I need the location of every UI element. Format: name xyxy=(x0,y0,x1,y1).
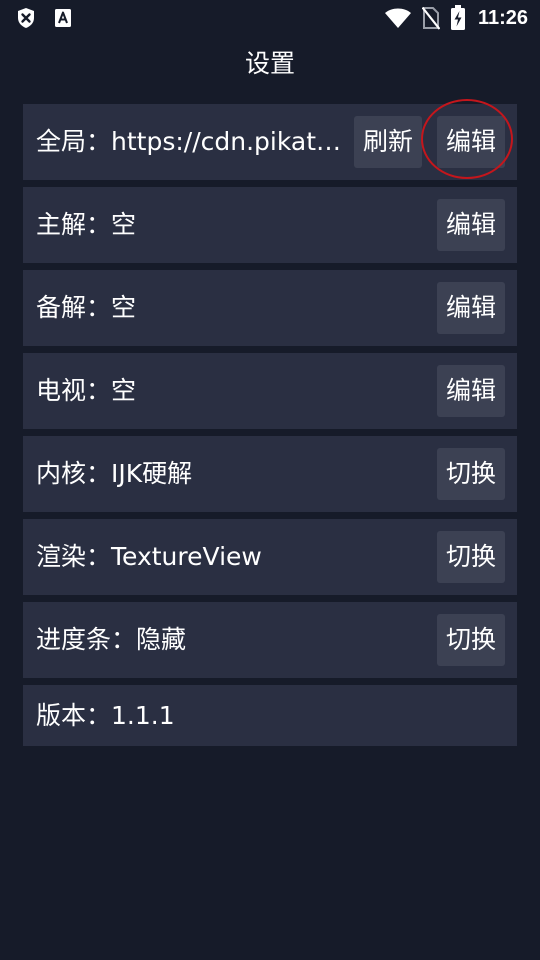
setting-label-kernel: 内核：IJK硬解 xyxy=(36,459,193,488)
setting-label-global: 全局：https://cdn.pikat… xyxy=(36,127,341,156)
setting-label-progress-bar: 进度条：隐藏 xyxy=(36,625,187,654)
a-notification-icon xyxy=(54,8,72,28)
edit-button-global[interactable]: 编辑 xyxy=(437,116,505,168)
setting-row-backup-parser: 备解：空 编辑 xyxy=(23,270,517,346)
status-bar-left xyxy=(16,7,72,29)
setting-label-main-parser: 主解：空 xyxy=(36,210,137,239)
setting-row-render: 渲染：TextureView 切换 xyxy=(23,519,517,595)
edit-button-tv[interactable]: 编辑 xyxy=(437,365,505,417)
switch-button-kernel[interactable]: 切换 xyxy=(437,448,505,500)
setting-row-progress-bar: 进度条：隐藏 切换 xyxy=(23,602,517,678)
setting-label-render: 渲染：TextureView xyxy=(36,542,262,571)
page-title: 设置 xyxy=(244,49,295,78)
edit-button-backup-parser[interactable]: 编辑 xyxy=(437,282,505,334)
setting-row-tv: 电视：空 编辑 xyxy=(23,353,517,429)
setting-row-global: 全局：https://cdn.pikat… 刷新 编辑 xyxy=(23,99,517,180)
settings-list: 全局：https://cdn.pikat… 刷新 编辑 主解：空 编辑 备解：空… xyxy=(23,99,517,753)
setting-label-backup-parser: 备解：空 xyxy=(36,293,137,322)
setting-label-tv: 电视：空 xyxy=(36,376,137,405)
setting-row-kernel: 内核：IJK硬解 切换 xyxy=(23,436,517,512)
status-bar: 11:26 xyxy=(0,0,540,36)
shield-x-icon xyxy=(16,7,36,29)
clock: 11:26 xyxy=(477,6,528,29)
no-sim-icon xyxy=(421,6,440,30)
refresh-button[interactable]: 刷新 xyxy=(354,116,422,168)
battery-charging-icon xyxy=(450,5,466,31)
edit-button-main-parser[interactable]: 编辑 xyxy=(437,199,505,251)
setting-label-version: 版本：1.1.1 xyxy=(36,701,175,730)
switch-button-render[interactable]: 切换 xyxy=(437,531,505,583)
status-bar-right: 11:26 xyxy=(384,5,528,31)
switch-button-progress-bar[interactable]: 切换 xyxy=(437,614,505,666)
setting-row-version: 版本：1.1.1 xyxy=(23,685,517,746)
wifi-icon xyxy=(384,7,412,29)
setting-row-main-parser: 主解：空 编辑 xyxy=(23,187,517,263)
